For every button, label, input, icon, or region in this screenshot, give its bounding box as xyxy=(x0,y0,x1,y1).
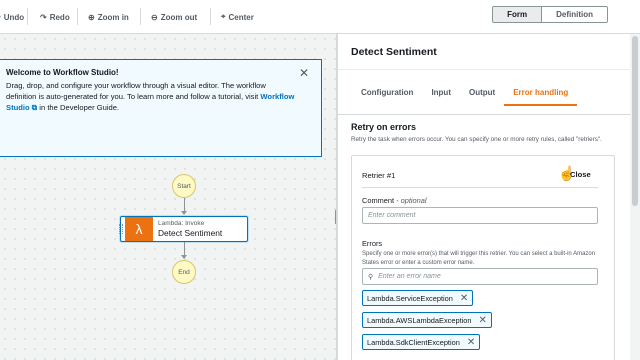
comment-input[interactable]: Enter comment xyxy=(362,207,598,224)
panel-tabs: Configuration Input Output Error handlin… xyxy=(351,88,578,106)
lambda-icon: λ xyxy=(125,217,153,241)
zoom-out-icon: ⊖ xyxy=(151,12,158,22)
toolbar-divider xyxy=(27,8,28,25)
view-toggle: Form Definition xyxy=(492,6,608,23)
arrow-icon xyxy=(181,211,187,215)
error-token: Lambda.SdkClientException ✕ xyxy=(362,334,481,350)
task-node[interactable]: λ Lambda: Invoke Detect Sentiment xyxy=(119,216,248,242)
remove-icon[interactable]: ✕ xyxy=(467,337,475,348)
inspector-panel: Detect Sentiment Configuration Input Out… xyxy=(338,34,630,360)
welcome-body: Drag, drop, and configure your workflow … xyxy=(6,81,295,112)
panel-title: Detect Sentiment xyxy=(351,46,437,58)
retrier-card: Retrier #1 Close ☝ Comment - optional En… xyxy=(351,155,615,360)
workflow-canvas[interactable]: Welcome to Workflow Studio! Drag, drop, … xyxy=(0,34,336,360)
tab-error-handling[interactable]: Error handling xyxy=(504,88,578,106)
form-view-button[interactable]: Form xyxy=(493,7,542,22)
redo-button[interactable]: ↷ Redo xyxy=(40,10,70,24)
zoom-in-button[interactable]: ⊕ Zoom in xyxy=(88,10,129,24)
retrier-label: Retrier #1 xyxy=(362,171,396,180)
definition-view-button[interactable]: Definition xyxy=(541,7,607,22)
external-link-icon: ⧉ xyxy=(31,103,38,112)
welcome-title: Welcome to Workflow Studio! xyxy=(6,68,119,77)
hand-cursor-icon: ☝ xyxy=(558,165,576,181)
edge-line xyxy=(184,242,185,256)
edge-line xyxy=(184,198,185,212)
toolbar: ↶ Undo ↷ Redo ⊕ Zoom in ⊖ Zoom out ⌖ Cen… xyxy=(0,0,640,34)
remove-icon[interactable]: ✕ xyxy=(479,315,487,326)
undo-icon: ↶ xyxy=(0,13,1,22)
divider xyxy=(338,69,630,70)
drag-handle-icon[interactable] xyxy=(119,224,123,234)
redo-icon: ↷ xyxy=(40,12,47,22)
undo-button[interactable]: ↶ Undo xyxy=(0,10,24,24)
task-name: Detect Sentiment xyxy=(158,228,223,238)
start-node[interactable]: Start xyxy=(172,174,196,198)
zoom-out-button[interactable]: ⊖ Zoom out xyxy=(151,10,197,24)
comment-label: Comment - optional xyxy=(362,196,427,205)
task-type: Lambda: Invoke xyxy=(158,220,205,227)
error-token: Lambda.ServiceException ✕ xyxy=(362,290,474,306)
zoom-in-icon: ⊕ xyxy=(88,12,95,22)
center-icon: ⌖ xyxy=(221,12,226,21)
toolbar-divider xyxy=(210,8,211,25)
error-search-input[interactable]: ⚲ Enter an error name xyxy=(362,268,598,285)
tabs-divider xyxy=(338,114,630,115)
welcome-banner: Welcome to Workflow Studio! Drag, drop, … xyxy=(0,59,322,157)
error-token: Lambda.AWSLambdaException ✕ xyxy=(362,312,492,328)
errors-label: Errors xyxy=(362,239,383,248)
errors-help: Specify one or more error(s) that will t… xyxy=(362,251,596,266)
toolbar-divider xyxy=(77,8,78,25)
arrow-icon xyxy=(181,255,187,259)
center-button[interactable]: ⌖ Center xyxy=(221,10,254,24)
close-icon[interactable]: ✕ xyxy=(299,66,309,80)
section-title: Retry on errors xyxy=(351,122,417,132)
tab-input[interactable]: Input xyxy=(422,88,460,106)
end-node[interactable]: End xyxy=(172,260,196,284)
scrollbar-thumb[interactable] xyxy=(632,36,638,206)
search-icon: ⚲ xyxy=(368,273,374,281)
section-description: Retry the task when errors occur. You ca… xyxy=(351,136,602,143)
divider xyxy=(362,187,598,188)
tab-configuration[interactable]: Configuration xyxy=(351,88,422,106)
remove-icon[interactable]: ✕ xyxy=(460,293,468,304)
tab-output[interactable]: Output xyxy=(460,88,504,106)
toolbar-divider xyxy=(140,8,141,25)
